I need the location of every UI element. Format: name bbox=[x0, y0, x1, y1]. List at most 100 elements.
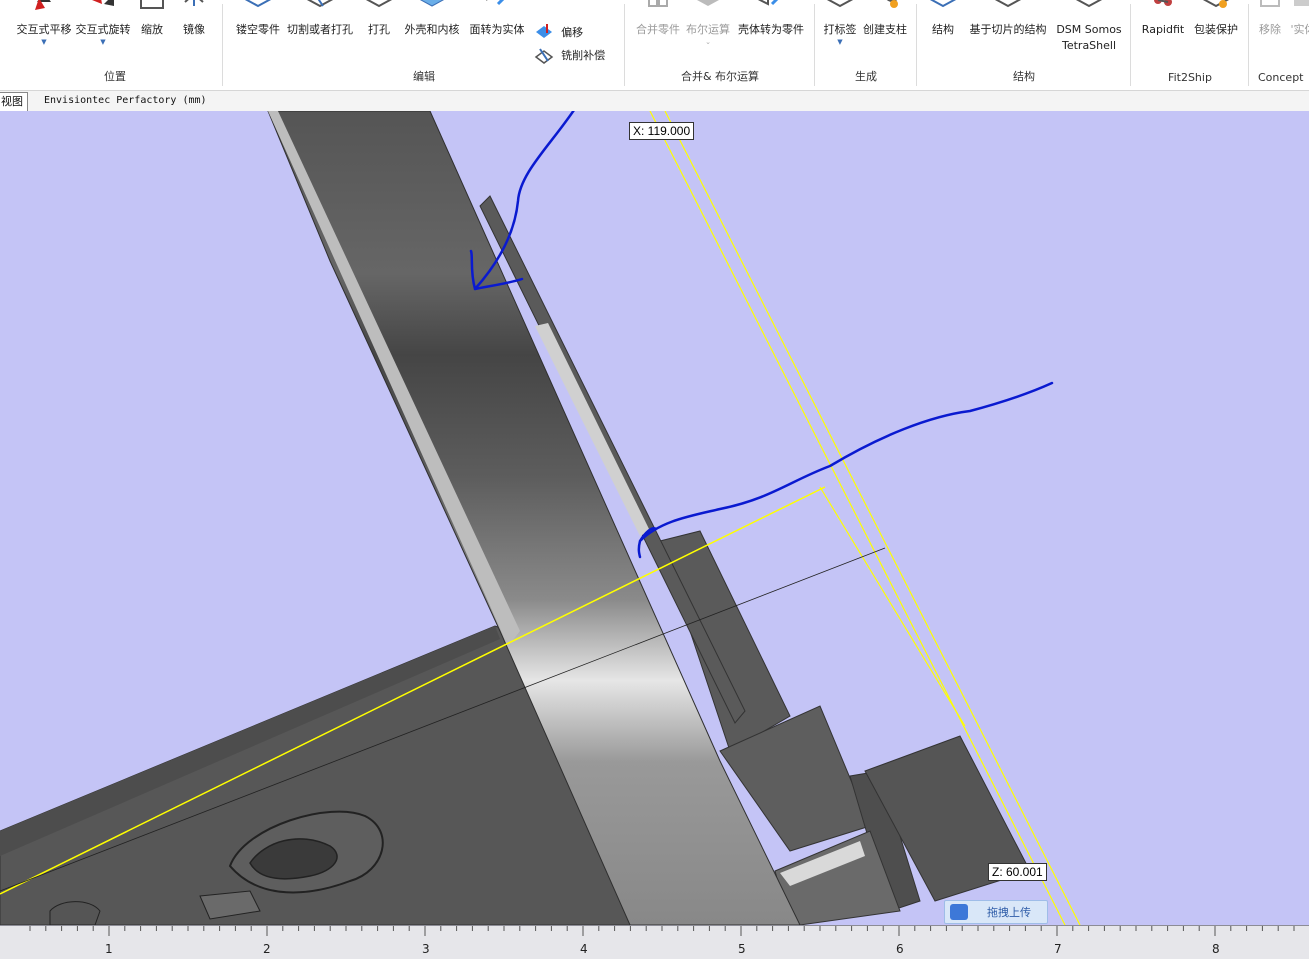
group-label-concept: Concept bbox=[1258, 71, 1304, 84]
group-divider bbox=[814, 4, 815, 86]
structure-label: 结构 bbox=[932, 23, 954, 36]
slice-structure-icon bbox=[994, 0, 1022, 8]
cut-or-punch-label: 切割或者打孔 bbox=[287, 23, 353, 36]
ruler-tick-group bbox=[29, 926, 1295, 936]
ribbon-toolbar: 交互式平移 ▼ 交互式旋转 ▼ 缩放 镜像 位置 镂空零件 切割或者打孔 打孔 … bbox=[0, 0, 1309, 91]
slice-based-structure-button[interactable]: 基于切片的结构 bbox=[966, 0, 1050, 64]
remove-icon bbox=[1260, 0, 1280, 7]
group-label-generate: 生成 bbox=[855, 70, 877, 83]
group-label-edit: 编辑 bbox=[413, 70, 435, 83]
offset-icon bbox=[536, 23, 552, 38]
rapidfit-icon bbox=[1154, 0, 1172, 6]
cut-punch-icon bbox=[306, 0, 334, 8]
solid-label: '实体 bbox=[1290, 23, 1309, 36]
dropdown-arrow-icon[interactable]: ▼ bbox=[820, 37, 860, 47]
solid-button[interactable]: '实体 bbox=[1288, 0, 1309, 64]
tab-view[interactable]: 视图 bbox=[0, 92, 28, 111]
annotation-arrow-right bbox=[637, 381, 1054, 559]
view-tab-bar: 视图 Envisiontec Perfactory (mm) bbox=[0, 91, 1309, 112]
mirror-button[interactable]: 镜像 bbox=[174, 0, 214, 64]
merge-parts-button[interactable]: 合并零件 bbox=[632, 0, 684, 64]
rapidfit-label: Rapidfit bbox=[1141, 23, 1185, 36]
tetrashell-label-line1: DSM Somos bbox=[1056, 23, 1122, 36]
ruler-label-6: 6 bbox=[896, 942, 904, 956]
scale-box-icon bbox=[140, 0, 164, 9]
rotate-arrows-icon bbox=[92, 0, 114, 6]
ruler-label-1: 1 bbox=[105, 942, 113, 956]
yellow-guide-line-4 bbox=[819, 486, 966, 727]
create-pillar-label: 创建支柱 bbox=[863, 23, 907, 36]
interactive-rotate-button[interactable]: 交互式旋转 ▼ bbox=[74, 0, 132, 64]
dropdown-arrow-icon[interactable]: ▼ bbox=[74, 37, 132, 47]
create-pillar-icon bbox=[886, 0, 898, 8]
small-part bbox=[49, 901, 101, 925]
package-protect-button[interactable]: 包装保护 bbox=[1190, 0, 1242, 64]
boolean-icon bbox=[697, 0, 719, 6]
3d-scene[interactable] bbox=[0, 111, 1309, 925]
group-label-merge-boolean: 合并& 布尔运算 bbox=[680, 70, 760, 83]
boolean-button[interactable]: 布尔运算 ⌄ bbox=[684, 0, 732, 64]
mirror-icon bbox=[184, 0, 204, 6]
ruler-label-7: 7 bbox=[1054, 942, 1062, 956]
dropdown-arrow-icon[interactable]: ▼ bbox=[14, 37, 74, 47]
ruler-label-2: 2 bbox=[263, 942, 271, 956]
shell-and-core-button[interactable]: 外壳和内核 bbox=[402, 0, 462, 64]
label-button-label: 打标签 bbox=[823, 23, 857, 36]
group-divider bbox=[916, 4, 917, 86]
scale-button[interactable]: 缩放 bbox=[134, 0, 170, 64]
ribbon-group-position: 交互式平移 ▼ 交互式旋转 ▼ 缩放 镜像 位置 bbox=[10, 0, 220, 90]
cloud-upload-icon bbox=[950, 904, 968, 920]
scale-label: 缩放 bbox=[141, 23, 163, 36]
structure-button[interactable]: 结构 bbox=[926, 0, 960, 64]
label-button[interactable]: 打标签 ▼ bbox=[820, 0, 860, 64]
ruler-ticks bbox=[29, 926, 1295, 936]
group-divider bbox=[624, 4, 625, 86]
perforate-icon bbox=[365, 0, 393, 8]
perforate-button[interactable]: 打孔 bbox=[362, 0, 396, 64]
group-label-fit2ship: Fit2Ship bbox=[1168, 71, 1212, 84]
remove-button[interactable]: 移除 bbox=[1254, 0, 1286, 64]
dropdown-arrow-icon[interactable]: ⌄ bbox=[684, 37, 732, 47]
remove-label: 移除 bbox=[1259, 23, 1281, 36]
tetrashell-icon bbox=[1075, 0, 1103, 8]
drag-upload-button[interactable]: 拖拽上传 bbox=[944, 900, 1048, 924]
hollow-part-icon bbox=[244, 0, 272, 8]
offset-label: 偏移 bbox=[561, 26, 584, 39]
surface-to-solid-label: 面转为实体 bbox=[469, 23, 525, 36]
slice-based-structure-label: 基于切片的结构 bbox=[969, 23, 1047, 36]
ruler-label-3: 3 bbox=[422, 942, 430, 956]
hollow-part-button[interactable]: 镂空零件 bbox=[230, 0, 286, 64]
group-divider bbox=[1130, 4, 1131, 86]
3d-viewport[interactable]: X: 119.000 Z: 60.001 拖拽上传 bbox=[0, 111, 1309, 925]
tetrashell-button[interactable]: DSM Somos TetraShell bbox=[1054, 0, 1124, 64]
milling-compensation-button[interactable]: 铣削补偿 bbox=[534, 45, 624, 65]
merge-parts-icon bbox=[648, 0, 668, 7]
tab-machine-envisiontec[interactable]: Envisiontec Perfactory (mm) bbox=[40, 92, 211, 110]
boolean-label: 布尔运算 bbox=[686, 23, 730, 36]
perforate-label: 打孔 bbox=[368, 23, 390, 36]
package-protect-icon bbox=[1202, 0, 1230, 8]
cut-or-punch-button[interactable]: 切割或者打孔 bbox=[286, 0, 354, 64]
label-icon bbox=[826, 0, 854, 8]
group-divider bbox=[222, 4, 223, 86]
surface-to-solid-button[interactable]: 面转为实体 bbox=[468, 0, 526, 64]
offset-button[interactable]: 偏移 bbox=[534, 22, 614, 42]
solid-icon bbox=[1294, 0, 1309, 6]
package-protect-label: 包装保护 bbox=[1194, 23, 1238, 36]
ribbon-group-concept: 移除 '实体 Concept bbox=[1252, 0, 1309, 90]
interactive-translate-button[interactable]: 交互式平移 ▼ bbox=[14, 0, 74, 64]
group-divider bbox=[1248, 4, 1249, 86]
shell-to-part-button[interactable]: 壳体转为零件 bbox=[736, 0, 806, 64]
interactive-translate-label: 交互式平移 bbox=[16, 23, 72, 36]
interactive-rotate-label: 交互式旋转 bbox=[75, 23, 131, 36]
structure-icon bbox=[929, 0, 957, 8]
create-pillar-button[interactable]: 创建支柱 bbox=[860, 0, 910, 64]
rapidfit-button[interactable]: Rapidfit bbox=[1140, 0, 1186, 64]
group-label-position: 位置 bbox=[104, 70, 126, 83]
shell-to-part-label: 壳体转为零件 bbox=[738, 23, 804, 36]
shell-to-part-icon bbox=[758, 0, 779, 6]
ribbon-group-edit: 镂空零件 切割或者打孔 打孔 外壳和内核 面转为实体 偏移 铣削补偿 编辑 bbox=[226, 0, 622, 90]
group-label-structure: 结构 bbox=[1013, 70, 1035, 83]
merge-parts-label: 合并零件 bbox=[636, 23, 680, 36]
ribbon-group-fit2ship: Rapidfit 包装保护 Fit2Ship bbox=[1134, 0, 1246, 90]
